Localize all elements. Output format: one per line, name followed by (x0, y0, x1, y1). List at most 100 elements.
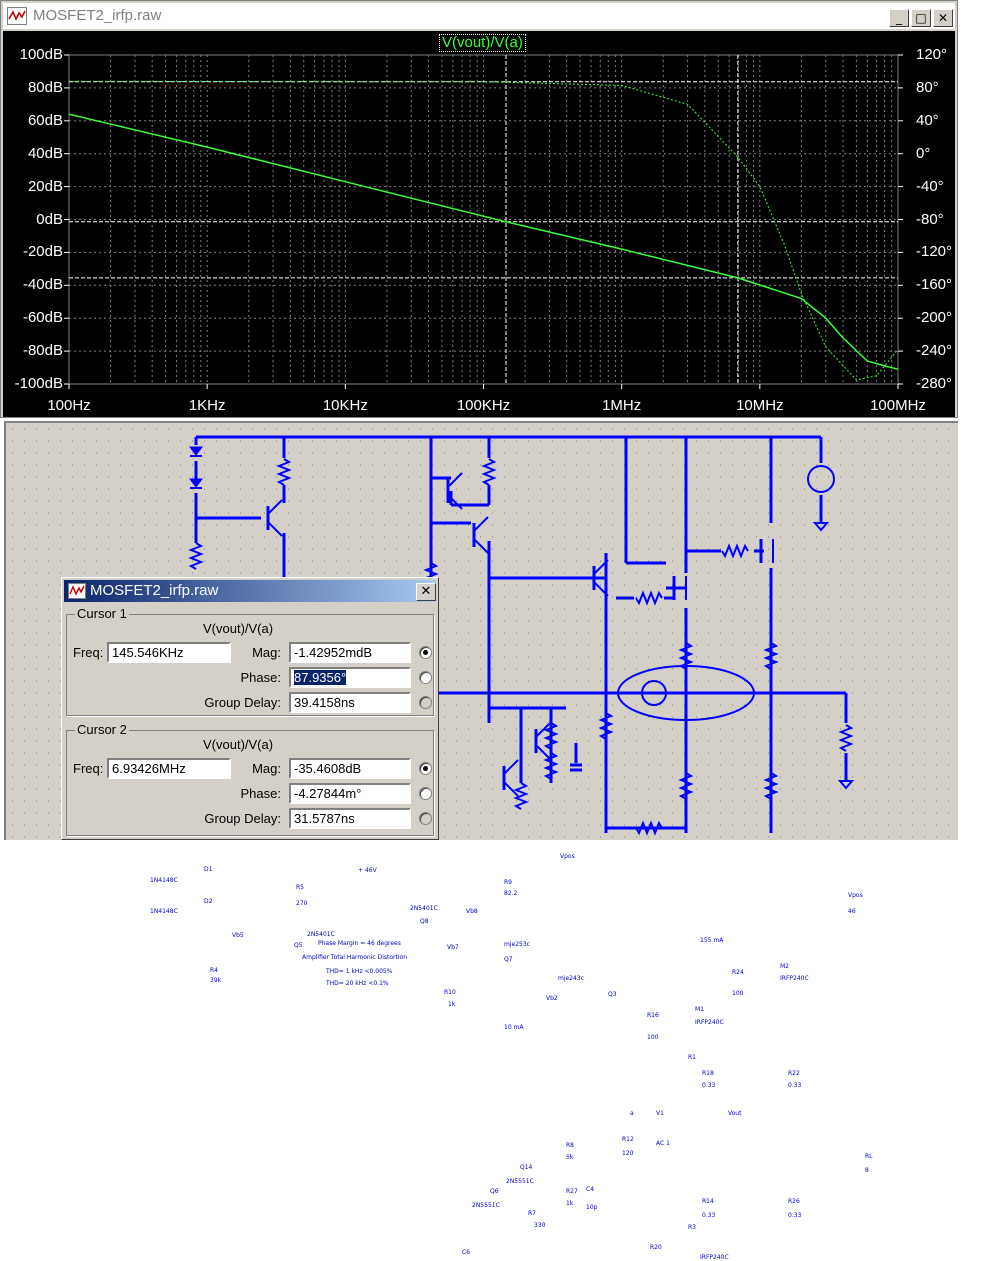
schematic-label: R14 (702, 1198, 714, 1205)
schematic-label: 1k (566, 1200, 574, 1207)
y-axis-right-label: -240° (916, 342, 953, 360)
close-button[interactable]: ✕ (933, 9, 953, 27)
minimize-button[interactable]: _ (889, 9, 909, 27)
waveform-window: MOSFET2_irfp.raw _ □ ✕ V(vout)/V(a) 100d… (0, 0, 958, 418)
schematic-label: 8 (865, 1167, 869, 1174)
cursor1-mag-field[interactable]: -1.42952mdB (289, 642, 411, 663)
window-titlebar[interactable]: MOSFET2_irfp.raw _ □ ✕ (3, 3, 955, 29)
schematic-label: Vout (728, 1110, 742, 1117)
schematic-label: 0.33 (702, 1082, 716, 1089)
schematic-label: V1 (656, 1110, 664, 1117)
schematic-label: Vpos (560, 853, 575, 860)
schematic-label: Q14 (520, 1164, 533, 1171)
schematic-label: 0.33 (788, 1082, 802, 1089)
schematic-label: 100 (647, 1034, 659, 1041)
schematic-label: Amplifier Total Harmonic Distortion (302, 954, 407, 961)
ground-icon (837, 780, 855, 790)
schematic-label: 2N5551C (506, 1178, 534, 1185)
schematic-label: R22 (788, 1070, 800, 1077)
plot-area[interactable] (3, 31, 955, 417)
x-axis-label: 10MHz (736, 397, 784, 414)
y-axis-left-label: -60dB (22, 309, 63, 327)
schematic-label: 5k (566, 1154, 574, 1161)
schematic-label: Q5 (294, 942, 303, 949)
schematic-label: 2N5551C (472, 1202, 500, 1209)
cursor2-mag-field[interactable]: -35.4608dB (289, 758, 411, 779)
schematic-label: 0.33 (702, 1212, 716, 1219)
window-title: MOSFET2_irfp.raw (33, 7, 162, 24)
cursor2-phase-label: Phase: (240, 786, 281, 801)
cursor1-mag-radio[interactable] (419, 646, 432, 659)
schematic-label: R4 (210, 967, 218, 974)
schematic-label: Q7 (504, 956, 513, 963)
resistor-icon (188, 542, 204, 570)
y-axis-left-label: 80dB (27, 78, 63, 96)
trace-label[interactable]: V(vout)/V(a) (439, 34, 526, 52)
cursor1-group: Cursor 1 V(vout)/V(a) Freq: 145.546KHz M… (66, 606, 434, 716)
resistor-icon (481, 458, 497, 486)
schematic-label: R16 (647, 1012, 659, 1019)
schematic-label: R27 (566, 1188, 578, 1195)
schematic-label: Vb5 (232, 932, 244, 939)
plot-frame (68, 54, 899, 385)
schematic-label: R10 (444, 989, 456, 996)
waveform-app-icon (68, 583, 86, 599)
schematic-label: Q8 (420, 918, 429, 925)
x-axis-label: 1MHz (602, 397, 642, 414)
schematic-label: R18 (702, 1070, 714, 1077)
cursor2-phase-radio[interactable] (419, 787, 432, 800)
dialog-close-button[interactable]: ✕ (416, 583, 436, 601)
schematic-label: AC 1 (656, 1140, 670, 1147)
schematic-label: C4 (586, 1186, 595, 1193)
voltage-source-icon (807, 465, 835, 493)
y-axis-right-label: -200° (916, 309, 953, 327)
schematic-label: mje243c (558, 975, 584, 982)
diode-icon (189, 478, 203, 488)
schematic-label: Vb7 (447, 944, 459, 951)
y-axis-left-label: -40dB (22, 276, 63, 294)
schematic-label: R9 (504, 879, 512, 886)
schematic-label: 100 (732, 990, 744, 997)
cursor2-trace-name: V(vout)/V(a) (203, 737, 274, 752)
schematic-label: 10 mA (504, 1024, 524, 1031)
y-axis-right-label: 80° (916, 78, 939, 96)
schematic-label: 2N5401C (307, 931, 335, 938)
resistor-icon (721, 543, 749, 559)
y-axis-right-label: 40° (916, 111, 939, 129)
schematic-label: 46 (848, 908, 856, 915)
cursor2-group-delay-radio[interactable] (419, 812, 432, 825)
cursor2-freq-field[interactable]: 6.93426MHz (107, 758, 231, 779)
y-axis-left-label: 100dB (19, 46, 63, 63)
schematic-label: 39k (210, 977, 222, 984)
y-axis-left-label: 40dB (27, 144, 63, 162)
y-axis-right-label: -280° (916, 375, 953, 392)
cursor1-group-delay-label: Group Delay: (204, 695, 281, 710)
cursor2-freq-label: Freq: (73, 761, 104, 776)
cursor2-mag-radio[interactable] (419, 762, 432, 775)
y-axis-left-label: 20dB (27, 177, 63, 195)
schematic-label: R7 (528, 1210, 536, 1217)
cursor1-phase-radio[interactable] (419, 671, 432, 684)
schematic-label: R20 (650, 1244, 662, 1251)
y-axis-left-label: 0dB (36, 210, 63, 228)
bode-plot-svg[interactable] (3, 31, 955, 417)
dialog-title: MOSFET2_irfp.raw (90, 582, 219, 599)
schematic-label: mje253c (504, 941, 530, 948)
schematic-label: 82.2 (504, 890, 518, 897)
schematic-label: Vb2 (546, 995, 558, 1002)
schematic-label: a (630, 1110, 634, 1117)
schematic-label: 10p (586, 1204, 598, 1211)
y-axis-left-label: -20dB (22, 243, 63, 261)
cursor2-phase-field[interactable]: -4.27844m° (289, 783, 411, 804)
schematic-label: IRFP240C (780, 975, 809, 982)
cursor2-group-delay-field[interactable]: 31.5787ns (289, 808, 411, 829)
cursor1-freq-field[interactable]: 145.546KHz (107, 642, 231, 663)
y-axis-left-label: 60dB (27, 111, 63, 129)
cursor1-group-delay-radio[interactable] (419, 696, 432, 709)
dialog-titlebar[interactable]: MOSFET2_irfp.raw ✕ (64, 580, 436, 602)
cursor1-phase-field[interactable]: 87.9356° (289, 667, 411, 688)
maximize-button[interactable]: □ (911, 9, 931, 27)
schematic-label: IRFP240C (695, 1019, 724, 1026)
resistor-icon (838, 724, 854, 752)
cursor1-group-delay-field[interactable]: 39.4158ns (289, 692, 411, 713)
